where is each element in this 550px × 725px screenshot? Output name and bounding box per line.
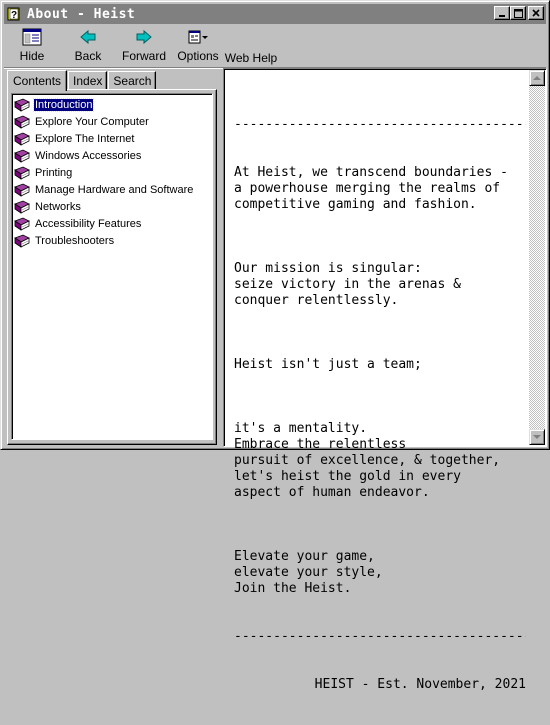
tree-item-label: Explore The Internet [35,132,135,145]
book-icon [14,183,30,197]
book-icon [14,217,30,231]
vertical-scrollbar[interactable] [529,70,545,445]
established-footer: HEIST - Est. November, 2021 [314,677,526,692]
minimize-icon [499,15,505,17]
tree-item-windows-accessories[interactable]: Windows Accessories [14,147,212,164]
text-line: it's a mentality. [234,421,368,436]
maximize-icon [513,8,523,18]
text-line: pursuit of excellence, & together, [234,453,501,468]
contents-panel: Introduction Explore Your Computer Explo… [7,89,217,445]
options-button[interactable]: Options [174,25,222,65]
divider-line: ----------------------------------------… [234,117,526,132]
book-icon [14,132,30,146]
hide-button[interactable]: Hide [10,25,54,65]
close-button[interactable] [528,6,544,20]
text-line: competitive gaming and fashion. [234,197,477,212]
topic-text: ----------------------------------------… [234,85,526,725]
arrow-down-icon [533,434,541,439]
text-line: let's heist the gold in every [234,469,461,484]
help-window: ? About - Heist Hide Back Forward Option… [0,0,550,692]
options-label: Options [177,49,219,63]
options-icon [187,27,209,47]
text-line: Heist isn't just a team; [234,357,422,372]
book-icon [14,234,30,248]
tree-item-label: Networks [35,200,81,213]
tree-item-label: Accessibility Features [35,217,142,230]
tree-item-manage-hardware-and-software[interactable]: Manage Hardware and Software [14,181,212,198]
title-bar[interactable]: ? About - Heist [4,4,546,24]
help-book-icon: ? [6,6,22,22]
tree-item-explore-your-computer[interactable]: Explore Your Computer [14,113,212,130]
book-icon [14,98,30,112]
tab-contents[interactable]: Contents [7,70,68,91]
tree-item-label: Explore Your Computer [35,115,149,128]
tab-search[interactable]: Search [108,71,157,90]
tree-item-troubleshooters[interactable]: Troubleshooters [14,232,212,249]
paragraph-intro: At Heist, we transcend boundaries -a pow… [234,165,526,213]
web-help-button[interactable]: Web Help [224,25,278,65]
tree-item-networks[interactable]: Networks [14,198,212,215]
forward-arrow-icon [136,27,152,47]
close-icon [532,9,540,17]
tree-item-label: Introduction [32,97,95,112]
back-label: Back [74,49,102,63]
web-help-label: Web Help [224,51,278,65]
hide-icon [22,27,42,47]
tree-item-introduction[interactable]: Introduction [14,96,212,113]
text-line: Our mission is singular: [234,261,422,276]
book-icon [14,149,30,163]
text-line: Embrace the relentless [234,437,407,452]
forward-label: Forward [121,49,166,63]
tree-item-label: Troubleshooters [35,234,115,247]
text-line: At Heist, we transcend boundaries - [234,165,508,180]
paragraph-mentality: it's a mentality. Embrace the relentless p… [234,421,526,501]
text-line: conquer relentlessly. [234,293,399,308]
text-line: elevate your style, [234,565,383,580]
tree-item-printing[interactable]: Printing [14,164,212,181]
contents-tree[interactable]: Introduction Explore Your Computer Explo… [11,93,213,440]
book-icon [14,115,30,129]
back-arrow-icon [80,27,96,47]
text-line: Elevate your game, [234,549,375,564]
paragraph-team: Heist isn't just a team; [234,357,526,373]
text-line: seize victory in the arenas & [234,277,461,292]
tab-index[interactable]: Index [68,71,108,90]
toolbar: Hide Back Forward Options Web Help [4,25,546,69]
scroll-up-button[interactable] [529,70,545,86]
minimize-button[interactable] [494,6,510,20]
nav-tabs: Contents Index Search [7,69,157,91]
topic-content-pane[interactable]: ----------------------------------------… [223,68,547,692]
arrow-up-icon [533,75,541,80]
paragraph-mission: Our mission is singular: seize victory in… [234,261,526,309]
hide-label: Hide [19,49,45,63]
text-line: aspect of human endeavor. [234,485,430,500]
svg-text:?: ? [11,10,17,21]
tree-item-accessibility-features[interactable]: Accessibility Features [14,215,212,232]
forward-button[interactable]: Forward [118,25,170,65]
maximize-button[interactable] [510,6,526,20]
scroll-down-button[interactable] [529,429,545,445]
tree-item-label: Printing [35,166,73,179]
tree-item-explore-the-internet[interactable]: Explore The Internet [14,130,212,147]
text-line: Join the Heist. [234,581,352,596]
paragraph-closing: Elevate your game, elevate your style, Joi… [234,549,526,597]
tree-item-label: Manage Hardware and Software [35,183,194,196]
text-line: a powerhouse merging the realms of [234,181,501,196]
tree-item-label: Windows Accessories [35,149,142,162]
divider-line: ----------------------------------------… [234,629,526,644]
book-icon [14,200,30,214]
window-title: About - Heist [27,6,136,22]
book-icon [14,166,30,180]
back-button[interactable]: Back [66,25,110,65]
